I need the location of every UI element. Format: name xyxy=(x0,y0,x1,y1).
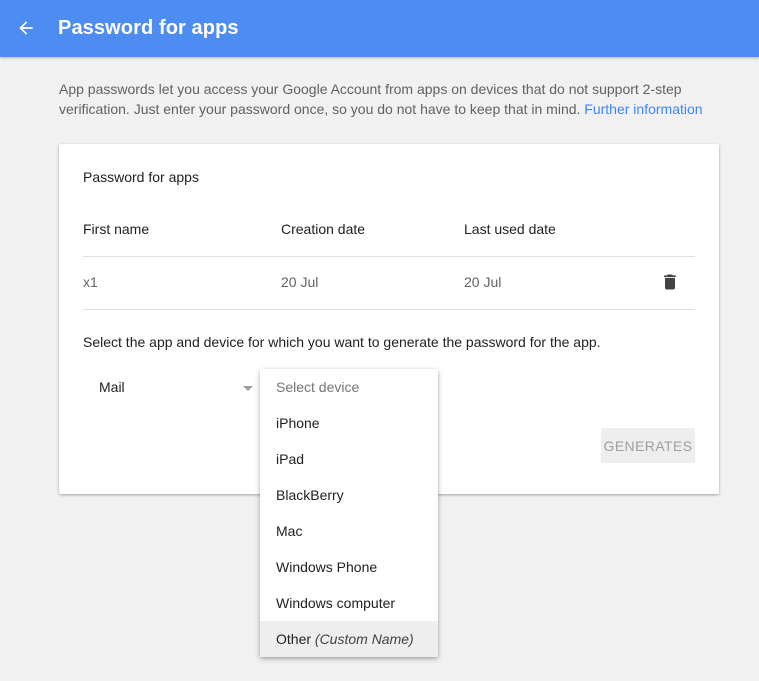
table-divider-bottom xyxy=(83,309,695,310)
device-option-mac[interactable]: Mac xyxy=(260,513,438,549)
column-header-first-name: First name xyxy=(83,221,150,237)
device-option-label: iPhone xyxy=(276,415,320,431)
custom-name-hint: (Custom Name) xyxy=(314,631,414,647)
device-option-windows-computer[interactable]: Windows computer xyxy=(260,585,438,621)
device-option-ipad[interactable]: iPad xyxy=(260,441,438,477)
row-creation-date: 20 Jul xyxy=(281,274,319,290)
other-label: Other xyxy=(276,631,312,647)
device-option-label: iPad xyxy=(276,451,305,467)
intro-text: App passwords let you access your Google… xyxy=(59,79,739,119)
trash-icon xyxy=(664,274,676,290)
device-dropdown-menu: Select device iPhone iPad BlackBerry Mac… xyxy=(260,369,438,657)
generate-button[interactable]: GENERATES xyxy=(601,428,695,463)
table-divider-top xyxy=(83,256,695,257)
app-select[interactable]: Mail xyxy=(83,370,261,404)
device-option-label: Windows Phone xyxy=(276,559,378,575)
device-placeholder-label: Select device xyxy=(276,379,360,395)
device-option-windows-phone[interactable]: Windows Phone xyxy=(260,549,438,585)
device-option-label: BlackBerry xyxy=(276,487,344,503)
further-information-link[interactable]: Further information xyxy=(584,101,702,117)
column-header-last-used-date: Last used date xyxy=(464,221,556,237)
card-title: Password for apps xyxy=(83,169,199,185)
device-option-label: Windows computer xyxy=(276,595,396,611)
delete-button[interactable] xyxy=(660,271,680,293)
arrow-left-icon xyxy=(19,21,33,35)
back-button[interactable] xyxy=(10,12,42,44)
device-option-iphone[interactable]: iPhone xyxy=(260,405,438,441)
device-option-other[interactable]: Other (Custom Name) xyxy=(260,621,438,657)
row-name: x1 xyxy=(83,274,98,290)
top-app-bar: Password for apps xyxy=(0,0,759,57)
instruction-text: Select the app and device for which you … xyxy=(83,334,601,350)
column-header-creation-date: Creation date xyxy=(281,221,366,237)
row-last-used-date: 20 Jul xyxy=(464,274,502,290)
app-select-value: Mail xyxy=(99,379,125,395)
device-option-label: Other (Custom Name) xyxy=(276,631,414,647)
dropdown-arrow-icon xyxy=(243,386,253,391)
page-title: Password for apps xyxy=(58,17,239,39)
device-option-blackberry[interactable]: BlackBerry xyxy=(260,477,438,513)
device-option-placeholder: Select device xyxy=(260,369,438,405)
device-option-label: Mac xyxy=(276,523,303,539)
